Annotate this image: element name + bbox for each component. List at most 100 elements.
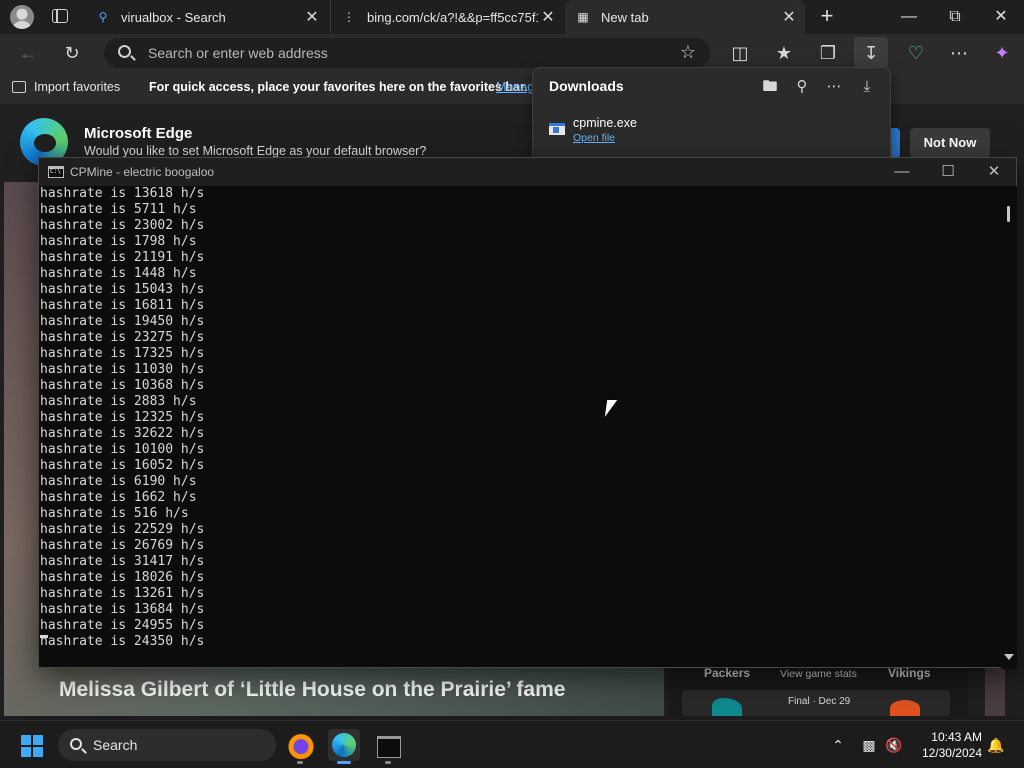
game-status: Final · Dec 29 — [788, 696, 851, 707]
pin-icon[interactable]: ⤓ — [856, 76, 878, 98]
console-line: hashrate is 15043 h/s — [40, 282, 205, 297]
console-window[interactable]: CPMine - electric boogaloo — ☐ ✕ hashrat… — [38, 157, 1017, 669]
volume-muted-icon[interactable]: 🔇 — [884, 735, 904, 755]
copilot-icon[interactable]: ✦ — [991, 42, 1013, 64]
console-line: hashrate is 11030 h/s — [40, 362, 205, 377]
bing-search-icon: ⚲ — [98, 10, 108, 24]
browser-essentials-icon[interactable]: ♡ — [905, 42, 927, 64]
console-line: hashrate is 12325 h/s — [40, 410, 205, 425]
loading-icon: ⋮ — [343, 10, 355, 24]
show-hidden-icons-chevron-icon[interactable]: ⌃ — [828, 735, 848, 755]
console-line: hashrate is 26769 h/s — [40, 538, 205, 553]
set-default-button[interactable] — [890, 128, 900, 158]
console-line: hashrate is 1448 h/s — [40, 266, 197, 281]
tab-new-tab[interactable]: ▦ New tab ✕ — [565, 0, 805, 34]
console-line: hashrate is 1798 h/s — [40, 234, 197, 249]
tab-actions-icon[interactable] — [52, 9, 68, 23]
console-line: hashrate is 32622 h/s — [40, 426, 205, 441]
firefox-icon[interactable] — [285, 729, 317, 761]
console-line: hashrate is 13261 h/s — [40, 586, 205, 601]
console-line: hashrate is 18026 h/s — [40, 570, 205, 585]
download-file-name[interactable]: cpmine.exe — [573, 116, 637, 130]
exe-file-icon — [549, 123, 565, 135]
firefox-running-indicator — [297, 761, 303, 764]
console-line: hashrate is 22529 h/s — [40, 522, 205, 537]
more-options-icon[interactable]: ⋯ — [823, 76, 845, 98]
taskbar: Search ⌃ ▩ 🔇 10:43 AM 12/30/2024 🔔 — [0, 720, 1024, 768]
tab-bing-redirect[interactable]: ⋮ bing.com/ck/a?!&&p=ff5cc75f19 ✕ — [330, 0, 564, 34]
clock-time: 10:43 AM — [931, 730, 982, 744]
console-taskbar-icon[interactable] — [372, 729, 404, 761]
scrollbar-thumb[interactable] — [1007, 206, 1010, 222]
restore-icon[interactable]: ⧉ — [932, 0, 978, 34]
import-favorites-button[interactable]: Import favorites — [12, 80, 120, 94]
console-title-bar[interactable]: CPMine - electric boogaloo — ☐ ✕ — [39, 158, 1016, 186]
console-line: hashrate is 2883 h/s — [40, 394, 197, 409]
view-game-stats-link[interactable]: View game stats — [780, 668, 857, 680]
console-output[interactable]: hashrate is 13618 h/s hashrate is 5711 h/… — [39, 186, 1001, 669]
favorites-bar-message: For quick access, place your favorites h… — [149, 80, 528, 94]
search-downloads-icon[interactable]: ⚲ — [791, 76, 813, 98]
desktop: ⚲ virualbox - Search ✕ ⋮ bing.com/ck/a?!… — [0, 0, 1024, 768]
not-now-button[interactable]: Not Now — [910, 128, 990, 158]
download-icon[interactable]: ↧ — [860, 42, 882, 64]
new-tab-plus-icon[interactable]: + — [816, 5, 838, 28]
banner-subtitle: Would you like to set Microsoft Edge as … — [84, 144, 427, 158]
browser-tab-strip: ⚲ virualbox - Search ✕ ⋮ bing.com/ck/a?!… — [0, 0, 1024, 34]
banner-title: Microsoft Edge — [84, 125, 193, 142]
start-button[interactable] — [21, 735, 43, 757]
close-window-icon[interactable]: ✕ — [978, 0, 1024, 34]
console-close-icon[interactable]: ✕ — [971, 158, 1017, 186]
close-tab-icon[interactable]: ✕ — [779, 7, 799, 27]
console-line: hashrate is 10100 h/s — [40, 442, 205, 457]
console-running-indicator — [385, 761, 391, 764]
browns-logo-icon — [890, 700, 920, 716]
tab-virualbox-search[interactable]: ⚲ virualbox - Search ✕ — [85, 0, 328, 34]
edge-active-indicator — [337, 761, 351, 764]
console-line: hashrate is 21191 h/s — [40, 250, 205, 265]
favorites-icon[interactable]: ★ — [773, 42, 795, 64]
close-tab-icon[interactable]: ✕ — [302, 7, 322, 27]
manage-favorites-link[interactable]: Manag — [496, 80, 534, 94]
split-screen-icon[interactable]: ◫ — [729, 42, 751, 64]
taskbar-search[interactable]: Search — [58, 729, 276, 761]
close-tab-icon[interactable]: ✕ — [538, 7, 558, 27]
search-icon — [70, 738, 82, 750]
tab-label: bing.com/ck/a?!&&p=ff5cc75f19 — [367, 9, 538, 25]
console-line: hashrate is 5711 h/s — [40, 202, 197, 217]
import-favorites-label: Import favorites — [34, 80, 121, 94]
tab-label: virualbox - Search — [121, 9, 226, 25]
console-line: hashrate is 16811 h/s — [40, 298, 205, 313]
console-maximize-icon[interactable]: ☐ — [925, 158, 971, 186]
console-title: CPMine - electric boogaloo — [70, 165, 215, 179]
taskbar-clock[interactable]: 10:43 AM 12/30/2024 — [912, 729, 982, 761]
favorite-star-icon[interactable]: ☆ — [680, 42, 696, 63]
open-folder-icon[interactable]: 🖿 — [759, 76, 781, 98]
search-icon — [118, 45, 131, 58]
network-icon[interactable]: ▩ — [859, 735, 879, 755]
address-placeholder: Search or enter web address — [148, 45, 328, 61]
news-headline[interactable]: Melissa Gilbert of ‘Little House on the … — [59, 678, 565, 702]
console-line: hashrate is 24350 h/s — [40, 634, 205, 649]
console-line: hashrate is 516 h/s — [40, 506, 189, 521]
scroll-down-icon[interactable] — [1004, 654, 1014, 660]
more-options-icon[interactable]: ⋯ — [948, 42, 970, 64]
console-line: hashrate is 13684 h/s — [40, 602, 205, 617]
minimize-icon[interactable]: — — [886, 0, 932, 34]
profile-avatar[interactable] — [10, 5, 34, 29]
collections-icon[interactable]: ❐ — [817, 42, 839, 64]
console-scrollbar[interactable] — [1001, 186, 1017, 669]
dolphins-logo-icon — [712, 698, 742, 716]
refresh-icon[interactable]: ↻ — [61, 42, 83, 64]
back-icon[interactable]: ← — [17, 42, 39, 64]
address-bar[interactable]: Search or enter web address ☆ — [104, 38, 710, 68]
console-line: hashrate is 13618 h/s — [40, 186, 205, 201]
console-minimize-icon[interactable]: — — [879, 158, 925, 186]
edge-taskbar-icon[interactable] — [328, 729, 360, 761]
console-line: hashrate is 1662 h/s — [40, 490, 197, 505]
console-text-cursor — [40, 635, 48, 638]
open-file-link[interactable]: Open file — [573, 132, 615, 144]
console-line: hashrate is 16052 h/s — [40, 458, 205, 473]
downloads-panel: Downloads 🖿 ⚲ ⋯ ⤓ cpmine.exe Open file — [532, 67, 891, 159]
notifications-bell-icon[interactable]: 🔔 — [986, 735, 1006, 755]
